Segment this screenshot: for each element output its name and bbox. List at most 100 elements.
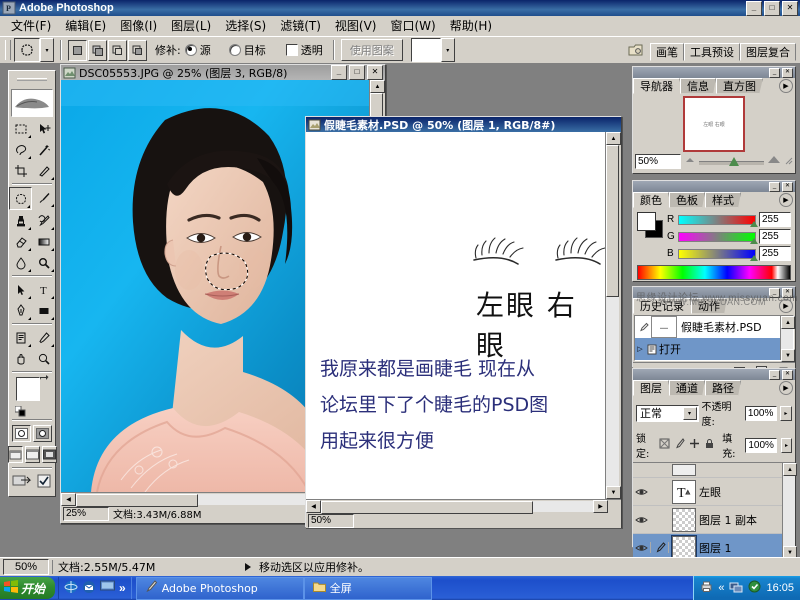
new-selection-button[interactable] <box>68 39 87 61</box>
history-scroll-down[interactable]: ▼ <box>781 349 795 362</box>
fill-stepper[interactable]: ▸ <box>780 437 792 453</box>
color-ramp-r[interactable] <box>678 214 758 227</box>
navigator-minimize-button[interactable]: _ <box>769 67 780 78</box>
document-close-button[interactable]: ✕ <box>367 65 383 80</box>
layer-visibility-icon[interactable] <box>633 543 650 553</box>
opacity-stepper[interactable]: ▸ <box>779 405 792 421</box>
taskbar-item-fullscreen[interactable]: 全屏 <box>303 576 432 600</box>
printer-icon[interactable] <box>700 580 713 596</box>
color-ramp-b[interactable] <box>678 248 758 261</box>
hscroll-thumb[interactable] <box>76 494 198 507</box>
menu-layer[interactable]: 图层(L) <box>164 15 218 36</box>
brush-tool[interactable] <box>32 187 55 208</box>
scroll-right-arrow-eyelash[interactable]: ▶ <box>593 500 608 513</box>
navigator-close-button[interactable]: ✕ <box>782 67 793 78</box>
opacity-value[interactable]: 100% <box>744 405 777 421</box>
menu-file[interactable]: 文件(F) <box>4 15 58 36</box>
tab-styles[interactable]: 样式 <box>705 192 741 208</box>
quick-mask-mode-button[interactable] <box>33 425 52 442</box>
start-button[interactable]: 开始 <box>0 577 56 599</box>
hscroll-thumb-eyelash[interactable] <box>321 501 533 514</box>
internet-explorer-icon[interactable] <box>64 580 78 597</box>
magic-wand-tool[interactable] <box>32 139 55 160</box>
status-resize-grip[interactable] <box>788 561 800 573</box>
layers-titlebar[interactable]: _ ✕ <box>633 369 795 380</box>
color-value-r[interactable]: 255 <box>759 212 791 227</box>
lasso-tool[interactable] <box>9 139 32 160</box>
path-selection-tool[interactable] <box>9 279 32 300</box>
tab-histogram[interactable]: 直方图 <box>716 78 763 94</box>
tab-info[interactable]: 信息 <box>680 78 716 94</box>
outlook-icon[interactable] <box>82 580 96 597</box>
zoom-out-icon[interactable] <box>684 155 696 168</box>
layers-menu-icon[interactable]: ▶ <box>779 381 793 395</box>
lock-position-icon[interactable] <box>689 438 700 452</box>
tab-layers[interactable]: 图层 <box>633 380 669 396</box>
layers-close-button[interactable]: ✕ <box>782 369 793 380</box>
tab-navigator[interactable]: 导航器 <box>633 78 680 94</box>
layer-row-partial[interactable] <box>633 463 782 478</box>
default-colors-icon[interactable] <box>14 405 26 417</box>
tool-preset-dropdown[interactable]: ▾ <box>40 38 54 62</box>
document-minimize-button[interactable]: _ <box>331 65 347 80</box>
vscroll-track-eyelash[interactable] <box>606 145 619 486</box>
color-slider-handle-b[interactable] <box>750 254 758 261</box>
minimize-button[interactable]: _ <box>746 0 762 16</box>
menu-filter[interactable]: 滤镜(T) <box>273 15 328 36</box>
tab-history[interactable]: 历史记录 <box>633 298 691 314</box>
palette-well-tab-layer-comps[interactable]: 图层复合 <box>740 43 796 61</box>
jump-to-imageready-icon[interactable] <box>12 473 34 492</box>
navigator-zoom-field[interactable]: 50% <box>635 154 681 169</box>
menu-select[interactable]: 选择(S) <box>218 15 273 36</box>
standard-mask-mode-button[interactable] <box>12 425 31 442</box>
document-zoom-photo[interactable]: 25% <box>63 506 109 521</box>
chevron-double-right-icon[interactable]: » <box>119 581 126 595</box>
marquee-tool[interactable] <box>9 118 32 139</box>
menu-help[interactable]: 帮助(H) <box>443 15 499 36</box>
navigator-zoom-slider[interactable] <box>699 156 764 167</box>
hscroll-track-eyelash[interactable] <box>321 501 593 514</box>
eyedropper-tool[interactable] <box>32 327 55 348</box>
color-titlebar[interactable]: _ ✕ <box>633 181 795 192</box>
navigator-titlebar[interactable]: _ ✕ <box>633 67 795 78</box>
imageready-check-icon[interactable] <box>36 473 52 492</box>
patch-tool[interactable] <box>9 187 32 210</box>
tab-paths[interactable]: 路径 <box>705 380 741 396</box>
document-canvas-eyelash[interactable]: 左眼 右眼 我原来都是画睫毛 现在从 论坛里下了个睫毛的PSD图 用起来很方便 <box>306 132 605 499</box>
chevron-left-icon[interactable]: « <box>718 582 724 594</box>
close-button[interactable]: ✕ <box>782 0 798 16</box>
history-snapshot-row[interactable]: ▬▬ 假睫毛素材.PSD <box>635 316 780 338</box>
swap-colors-icon[interactable] <box>39 375 49 388</box>
taskbar-clock[interactable]: 16:05 <box>766 582 794 594</box>
checkbox-transparent[interactable] <box>285 44 298 56</box>
history-titlebar[interactable]: _ ✕ <box>633 287 795 298</box>
tab-swatches[interactable]: 色板 <box>669 192 705 208</box>
zoom-tool[interactable] <box>32 348 55 369</box>
color-menu-icon[interactable]: ▶ <box>779 193 793 207</box>
shape-tool[interactable] <box>32 300 55 321</box>
radio-source[interactable] <box>184 44 197 56</box>
toolbox-grip[interactable] <box>9 71 55 88</box>
layers-scroll-track[interactable] <box>783 476 795 546</box>
scroll-left-arrow[interactable]: ◀ <box>61 493 76 506</box>
table-row[interactable]: T 左眼 <box>633 478 782 506</box>
foreground-color-swatch[interactable] <box>16 377 40 401</box>
network-icon[interactable] <box>729 580 743 596</box>
color-value-g[interactable]: 255 <box>759 229 791 244</box>
color-slider-handle-r[interactable] <box>750 220 758 227</box>
vscroll-thumb-eyelash[interactable] <box>606 145 619 297</box>
color-foreground-swatch[interactable] <box>637 212 656 231</box>
show-desktop-icon[interactable] <box>100 580 116 596</box>
layers-scroll-up[interactable]: ▲ <box>783 463 797 476</box>
blend-mode-dropdown[interactable]: 正常 ▾ <box>636 404 699 422</box>
history-scroll-track[interactable] <box>781 329 793 349</box>
layers-scrollbar[interactable]: ▲ ▼ <box>782 463 797 559</box>
maximize-button[interactable]: □ <box>764 0 780 16</box>
palette-well-tab-brushes[interactable]: 画笔 <box>650 43 684 61</box>
color-slider-handle-g[interactable] <box>750 237 758 244</box>
current-tool-icon[interactable] <box>14 38 40 62</box>
history-scrollbar[interactable]: ▲ ▼ <box>780 316 795 362</box>
color-spectrum-ramp[interactable] <box>637 265 791 280</box>
zoom-in-icon[interactable] <box>767 155 781 168</box>
menu-window[interactable]: 窗口(W) <box>383 15 442 36</box>
